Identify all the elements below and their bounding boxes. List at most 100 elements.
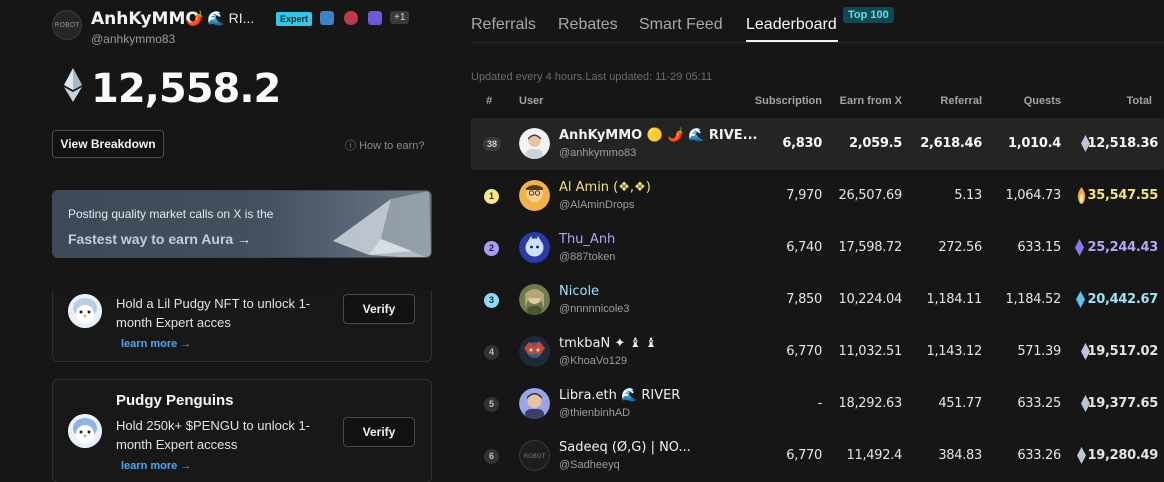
rank-badge: 38 bbox=[483, 137, 501, 151]
question-circle-icon: ⓘ bbox=[345, 140, 360, 152]
profile-name: AnhKyMMO bbox=[91, 9, 200, 29]
learn-more-link[interactable]: learn more → bbox=[121, 338, 191, 350]
arrow-right-icon: → bbox=[237, 231, 252, 247]
earn-from-x-value: 11,032.51 bbox=[838, 344, 903, 359]
earn-from-x-value: 18,292.63 bbox=[838, 396, 903, 411]
promo-line2-text: Fastest way to earn Aura bbox=[68, 231, 234, 247]
col-header-referral[interactable]: Referral bbox=[940, 95, 982, 107]
user-name: Libra.eth 🌊 RIVER bbox=[559, 388, 681, 403]
tab-referrals[interactable]: Referrals bbox=[471, 16, 536, 34]
quests-value: 1,010.4 bbox=[1007, 136, 1061, 151]
user-name: Al Amin (❖,❖) bbox=[559, 180, 651, 195]
penguin-icon bbox=[68, 414, 102, 448]
subscription-value: 6,770 bbox=[786, 344, 822, 359]
tabs-divider bbox=[471, 42, 1164, 43]
profile-avatar: ROBOT bbox=[52, 10, 82, 40]
promo-banner[interactable]: Posting quality market calls on X is the… bbox=[52, 190, 432, 258]
total-value: 19,517.02 bbox=[1087, 344, 1159, 359]
tab-leaderboard[interactable]: Leaderboard bbox=[746, 16, 837, 34]
profile-handle: @anhkymmo83 bbox=[91, 32, 176, 46]
table-row[interactable]: 1 Al Amin (❖,❖) @AlAminDrops 7,970 26,50… bbox=[471, 170, 1164, 222]
table-row[interactable]: 2 Thu_Anh @887token 6,740 17,598.72 272.… bbox=[471, 222, 1164, 274]
fire-icon bbox=[1077, 187, 1086, 204]
user-avatar bbox=[519, 128, 550, 159]
subscription-value: 6,770 bbox=[786, 448, 822, 463]
aura-diamond-icon bbox=[1076, 291, 1085, 308]
user-handle: @887token bbox=[559, 251, 616, 263]
user-handle: @KhoaVo129 bbox=[559, 355, 628, 367]
hex-badge-icon bbox=[344, 11, 358, 25]
col-header-earn-from-x[interactable]: Earn from X bbox=[840, 95, 902, 107]
table-row[interactable]: 3 Nicole @nnnnnicole3 7,850 10,224.04 1,… bbox=[471, 274, 1164, 326]
user-avatar bbox=[519, 336, 550, 367]
how-to-earn-label: How to earn? bbox=[359, 140, 425, 152]
subscription-value: 6,740 bbox=[786, 240, 822, 255]
col-header-user: User bbox=[519, 95, 544, 107]
lil-pudgy-text: Hold a Lil Pudgy NFT to unlock 1-month E… bbox=[116, 296, 311, 330]
table-row[interactable]: 4 tmkbaN ✦ ♝ ♝ @KhoaVo129 6,770 11,032.5… bbox=[471, 326, 1164, 378]
user-handle: @thienbinhAD bbox=[559, 407, 631, 419]
user-avatar: ROBOT bbox=[519, 440, 550, 471]
referral-value: 5.13 bbox=[954, 188, 982, 203]
aura-balance: 12,558.2 bbox=[91, 66, 281, 112]
svg-text:ROBOT: ROBOT bbox=[524, 453, 546, 460]
user-avatar bbox=[519, 388, 550, 419]
card-title: Pudgy Penguins bbox=[116, 392, 234, 409]
table-row[interactable]: 5 Libra.eth 🌊 RIVER @thienbinhAD - 18,29… bbox=[471, 378, 1164, 430]
user-name: tmkbaN ✦ ♝ ♝ bbox=[559, 336, 657, 351]
top-100-badge: Top 100 bbox=[843, 7, 894, 23]
referral-value: 2,618.46 bbox=[920, 136, 982, 151]
profile-name-suffix: 🌶️ 🌊 RI... bbox=[186, 10, 255, 26]
user-avatar bbox=[519, 180, 550, 211]
quests-value: 1,064.73 bbox=[1005, 188, 1062, 203]
earn-from-x-value: 11,492.4 bbox=[846, 448, 903, 463]
aura-diamond-icon bbox=[1077, 447, 1086, 464]
col-header-rank: # bbox=[486, 95, 493, 107]
user-name: Thu_Anh bbox=[559, 232, 616, 247]
learn-more-link[interactable]: learn more → bbox=[121, 460, 191, 472]
user-handle: @Sadheeyq bbox=[559, 459, 620, 471]
referral-value: 272.56 bbox=[938, 240, 982, 255]
promo-line2: Fastest way to earn Aura → bbox=[68, 231, 251, 247]
lil-pudgy-card: Hold a Lil Pudgy NFT to unlock 1-month E… bbox=[52, 290, 432, 362]
table-row-current-user[interactable]: 38 AnhKyMMO 🟡 🌶️ 🌊 RIVE... @anhkymmo83 6… bbox=[471, 118, 1164, 170]
rank-badge: 1 bbox=[484, 189, 499, 204]
referral-value: 1,143.12 bbox=[926, 344, 983, 359]
col-header-quests[interactable]: Quests bbox=[1024, 95, 1061, 107]
table-row[interactable]: 6 ROBOT Sadeeq (Ø,G) | NO... @Sadheeyq 6… bbox=[471, 430, 1164, 482]
user-name: Sadeeq (Ø,G) | NO... bbox=[559, 440, 691, 455]
view-breakdown-button[interactable]: View Breakdown bbox=[52, 130, 164, 158]
earn-from-x-value: 26,507.69 bbox=[838, 188, 903, 203]
aura-diamond-icon bbox=[64, 68, 82, 102]
earn-from-x-value: 2,059.5 bbox=[848, 136, 902, 151]
tab-smart-feed[interactable]: Smart Feed bbox=[639, 16, 723, 34]
rank-badge: 6 bbox=[484, 449, 499, 464]
expert-badge: Expert bbox=[276, 12, 313, 26]
more-badges[interactable]: +1 bbox=[390, 11, 410, 24]
col-header-total[interactable]: Total bbox=[1127, 95, 1152, 107]
infinity-badge-icon bbox=[320, 11, 334, 25]
total-value: 25,244.43 bbox=[1087, 240, 1159, 255]
aura-diamond-icon bbox=[1075, 239, 1084, 256]
subscription-value: 7,970 bbox=[786, 188, 822, 203]
user-avatar bbox=[519, 232, 550, 263]
user-name: Nicole bbox=[559, 284, 600, 299]
verify-button[interactable]: Verify bbox=[343, 417, 415, 447]
user-name: AnhKyMMO 🟡 🌶️ 🌊 RIVE... bbox=[559, 128, 758, 143]
referral-value: 1,184.11 bbox=[926, 292, 983, 307]
quests-value: 1,184.52 bbox=[1005, 292, 1062, 307]
verify-button[interactable]: Verify bbox=[343, 294, 415, 324]
penguin-icon bbox=[68, 294, 102, 328]
profile-panel: ROBOT AnhKyMMO 🌶️ 🌊 RI... Expert +1 @anh… bbox=[0, 0, 450, 482]
rank-badge: 3 bbox=[484, 293, 499, 308]
quests-value: 633.26 bbox=[1017, 448, 1061, 463]
col-header-subscription[interactable]: Subscription bbox=[755, 95, 822, 107]
how-to-earn-link[interactable]: ⓘ How to earn? bbox=[345, 137, 425, 153]
updated-note: Updated every 4 hours.Last updated: 11-2… bbox=[471, 71, 713, 83]
tab-rebates[interactable]: Rebates bbox=[558, 16, 618, 34]
quests-value: 571.39 bbox=[1017, 344, 1061, 359]
total-value: 12,518.36 bbox=[1087, 136, 1159, 151]
quests-value: 633.25 bbox=[1017, 396, 1061, 411]
rank-badge: 4 bbox=[484, 345, 499, 360]
pengu-text: Hold 250k+ $PENGU to unlock 1-month Expe… bbox=[116, 418, 311, 452]
